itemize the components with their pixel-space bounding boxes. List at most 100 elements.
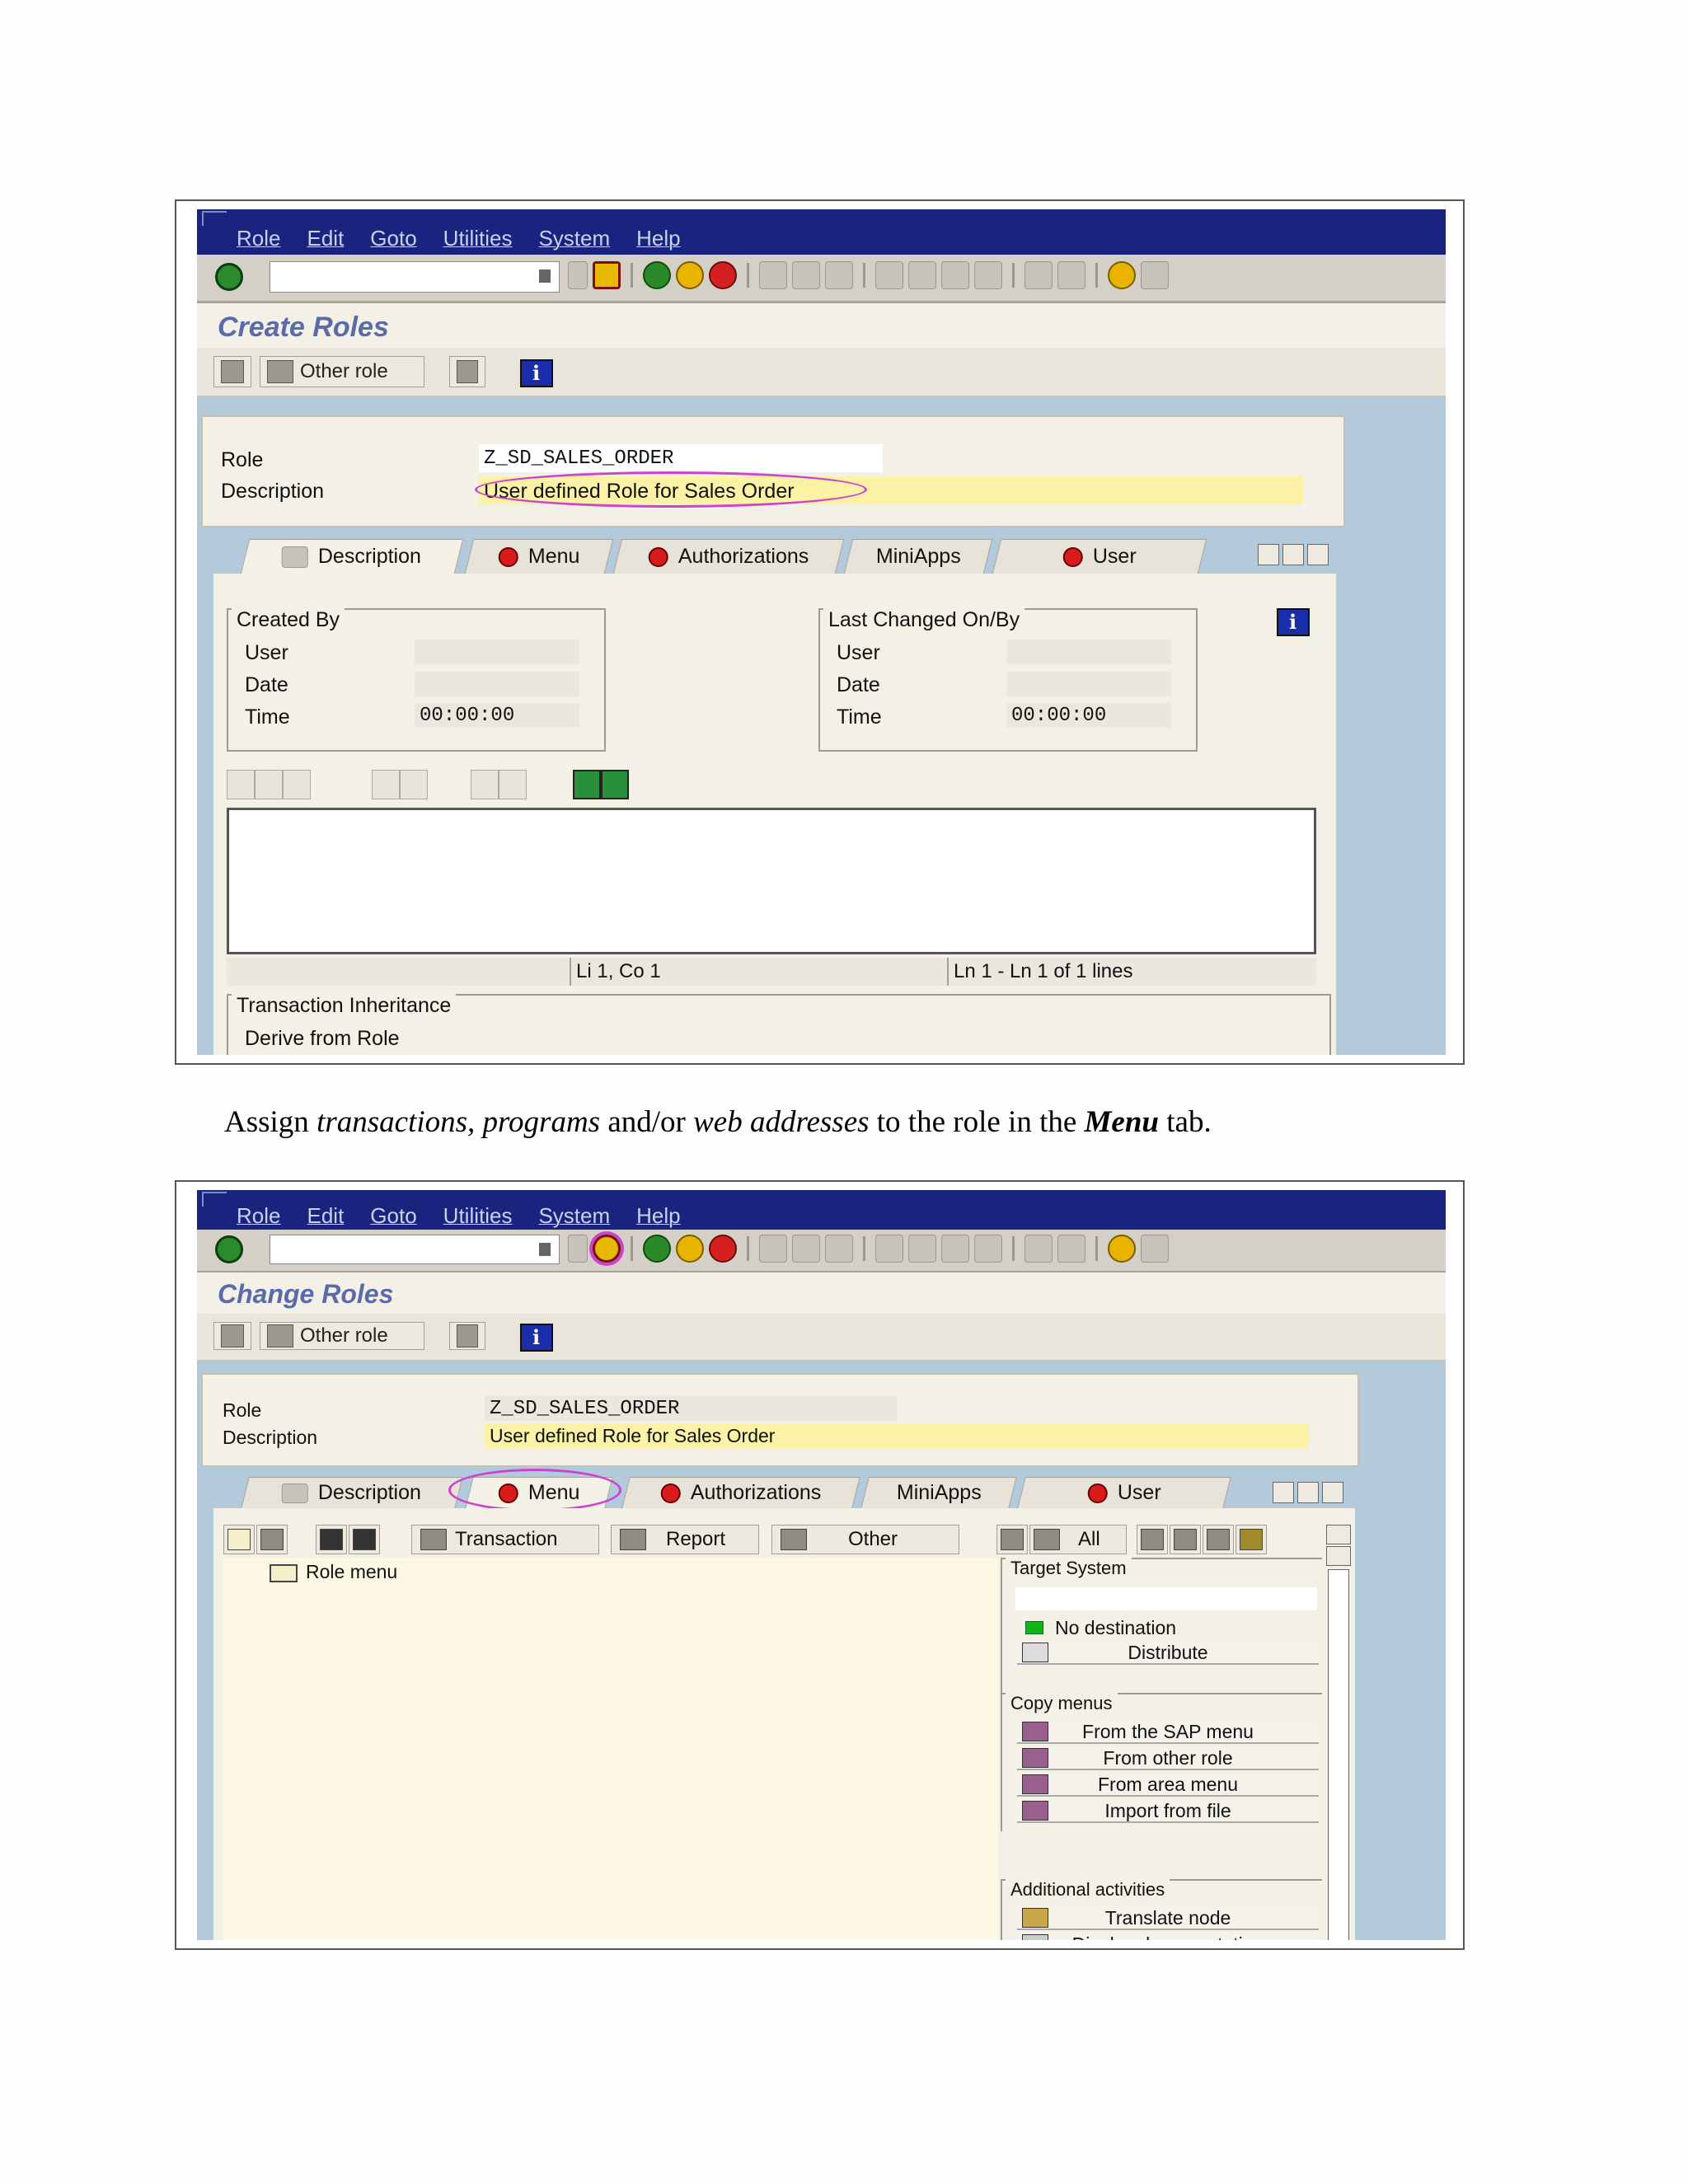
print-icon[interactable] [759, 261, 787, 289]
tab-list-icon[interactable] [1322, 1482, 1343, 1503]
info-icon[interactable] [520, 359, 553, 387]
undo-icon[interactable] [372, 770, 400, 799]
add-other-button[interactable]: Other [771, 1525, 959, 1554]
help-icon[interactable] [1108, 261, 1136, 289]
import-from-file-button[interactable]: Import from file [1017, 1798, 1319, 1823]
next-page-icon[interactable] [941, 1235, 969, 1263]
distribute-button[interactable]: Distribute [1017, 1640, 1319, 1665]
scroll-up-icon[interactable] [1326, 1525, 1351, 1544]
description-editor[interactable] [227, 808, 1316, 954]
tab-user[interactable]: User [1017, 1477, 1231, 1508]
tab-right-icon[interactable] [1297, 1482, 1319, 1503]
tab-left-icon[interactable] [1273, 1482, 1294, 1503]
cancel-icon[interactable] [709, 1235, 737, 1263]
menu-system[interactable]: System [538, 1203, 610, 1229]
last-page-icon[interactable] [974, 1235, 1002, 1263]
folder-button[interactable] [223, 1525, 255, 1554]
find-next-icon[interactable] [825, 261, 853, 289]
save-icon[interactable] [593, 261, 621, 289]
tab-user[interactable]: User [992, 539, 1207, 574]
exit-icon[interactable] [676, 1235, 704, 1263]
change-display-button[interactable] [213, 1322, 251, 1350]
translate-node-button[interactable]: Translate node [1017, 1905, 1319, 1930]
cancel-icon[interactable] [709, 261, 737, 289]
find-icon[interactable] [792, 261, 820, 289]
target-system-field[interactable] [1015, 1587, 1317, 1610]
role-menu-tree[interactable]: Role menu [223, 1558, 998, 1940]
find-icon[interactable] [792, 1235, 820, 1263]
info-icon[interactable] [1277, 608, 1310, 636]
menu-edit[interactable]: Edit [307, 226, 344, 251]
command-field[interactable] [270, 261, 560, 293]
find-button[interactable] [1203, 1525, 1234, 1554]
change-display-button[interactable] [213, 356, 251, 387]
transfer-button[interactable] [449, 356, 485, 387]
menu-goto[interactable]: Goto [370, 1203, 416, 1229]
previous-page-icon[interactable] [908, 1235, 936, 1263]
find-next-icon[interactable] [499, 770, 527, 799]
tab-left-icon[interactable] [1258, 544, 1279, 565]
new-session-icon[interactable] [1025, 261, 1053, 289]
tab-miniapps[interactable]: MiniApps [843, 539, 993, 574]
tab-list-icon[interactable] [1307, 544, 1329, 565]
transfer-button[interactable] [449, 1322, 485, 1350]
tab-right-icon[interactable] [1282, 544, 1304, 565]
new-session-icon[interactable] [1025, 1235, 1053, 1263]
tab-menu[interactable]: Menu [464, 539, 614, 574]
next-page-icon[interactable] [941, 261, 969, 289]
back-arrow-icon[interactable] [568, 261, 588, 289]
side-scrollbar[interactable] [1328, 1569, 1349, 1940]
tab-authorizations[interactable]: Authorizations [612, 539, 845, 574]
find-icon[interactable] [471, 770, 499, 799]
menu-utilities[interactable]: Utilities [443, 1203, 513, 1229]
load-file-icon[interactable] [573, 770, 601, 799]
rename-button[interactable] [256, 1525, 288, 1554]
print-button[interactable] [1170, 1525, 1201, 1554]
first-page-icon[interactable] [875, 1235, 903, 1263]
move-down-button[interactable] [316, 1525, 347, 1554]
back-icon[interactable] [643, 1235, 671, 1263]
cut-icon[interactable] [227, 770, 255, 799]
menu-role[interactable]: Role [237, 1203, 280, 1229]
first-page-icon[interactable] [875, 261, 903, 289]
other-role-button[interactable]: Other role [260, 1322, 424, 1350]
tab-description[interactable]: Description [240, 539, 464, 574]
back-arrow-icon[interactable] [568, 1235, 588, 1263]
menu-help[interactable]: Help [636, 226, 680, 251]
save-icon[interactable] [593, 1235, 621, 1263]
scroll-down-icon[interactable] [1326, 1546, 1351, 1566]
print-icon[interactable] [759, 1235, 787, 1263]
enter-check-icon[interactable] [215, 1235, 243, 1263]
last-page-icon[interactable] [974, 261, 1002, 289]
display-documentation-button[interactable]: Display documentation [1017, 1932, 1319, 1940]
dropdown-icon[interactable] [539, 269, 551, 283]
copy-from-sap-menu-button[interactable]: From the SAP menu [1017, 1719, 1319, 1744]
add-transaction-button[interactable]: Transaction [411, 1525, 599, 1554]
copy-from-other-role-button[interactable]: From other role [1017, 1746, 1319, 1770]
menu-goto[interactable]: Goto [370, 226, 416, 251]
tab-description[interactable]: Description [241, 1477, 463, 1508]
enter-check-icon[interactable] [215, 263, 243, 291]
menu-utilities[interactable]: Utilities [443, 226, 513, 251]
shortcut-icon[interactable] [1057, 1235, 1085, 1263]
move-up-button[interactable] [349, 1525, 380, 1554]
redo-icon[interactable] [400, 770, 428, 799]
save-file-icon[interactable] [601, 770, 629, 799]
find-next-icon[interactable] [825, 1235, 853, 1263]
menu-help[interactable]: Help [636, 1203, 680, 1229]
layout-menu-icon[interactable] [1141, 261, 1169, 289]
hierarchy-button[interactable] [1236, 1525, 1267, 1554]
exit-icon[interactable] [676, 261, 704, 289]
layout-menu-icon[interactable] [1141, 1235, 1169, 1263]
other-role-button[interactable]: Other role [260, 356, 424, 387]
add-report-button[interactable]: Report [611, 1525, 759, 1554]
command-field[interactable] [270, 1235, 560, 1264]
copy-icon[interactable] [255, 770, 283, 799]
info-icon[interactable] [520, 1324, 553, 1352]
role-field[interactable]: Z_SD_SALES_ORDER [479, 444, 883, 472]
tree-node-role-menu[interactable]: Role menu [270, 1561, 397, 1583]
menu-role[interactable]: Role [237, 226, 280, 251]
menu-system[interactable]: System [538, 226, 610, 251]
dropdown-icon[interactable] [539, 1243, 551, 1256]
tab-authorizations[interactable]: Authorizations [621, 1477, 860, 1508]
